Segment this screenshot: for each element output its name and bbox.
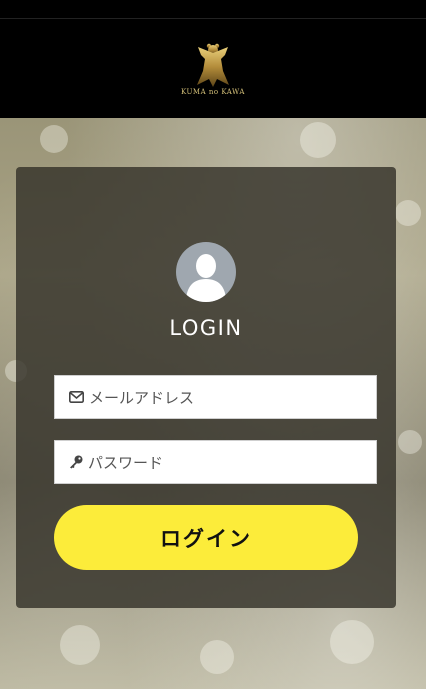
background-bokeh (330, 620, 374, 664)
user-avatar-icon (176, 242, 236, 302)
bear-logo-icon[interactable] (193, 41, 233, 87)
password-placeholder: パスワード (88, 453, 164, 472)
logo-text: KUMA no KAWA (181, 88, 245, 96)
site-header: KUMA no KAWA (0, 19, 426, 118)
background-bokeh (40, 125, 68, 153)
password-field[interactable]: パスワード (54, 440, 377, 484)
login-page: KUMA no KAWA LOGIN メールアドレス パスワード ログイン (0, 0, 426, 689)
login-button[interactable]: ログイン (54, 505, 358, 570)
background-bokeh (200, 640, 234, 674)
background-bokeh (395, 200, 421, 226)
envelope-icon (69, 391, 84, 403)
background-bokeh (398, 430, 422, 454)
email-field[interactable]: メールアドレス (54, 375, 377, 419)
status-bar (0, 0, 426, 19)
login-panel: LOGIN メールアドレス パスワード ログイン (16, 167, 396, 608)
login-title: LOGIN (169, 316, 243, 340)
background-bokeh (60, 625, 100, 665)
background-bokeh (300, 122, 336, 158)
key-icon (69, 455, 83, 469)
email-placeholder: メールアドレス (89, 388, 195, 407)
